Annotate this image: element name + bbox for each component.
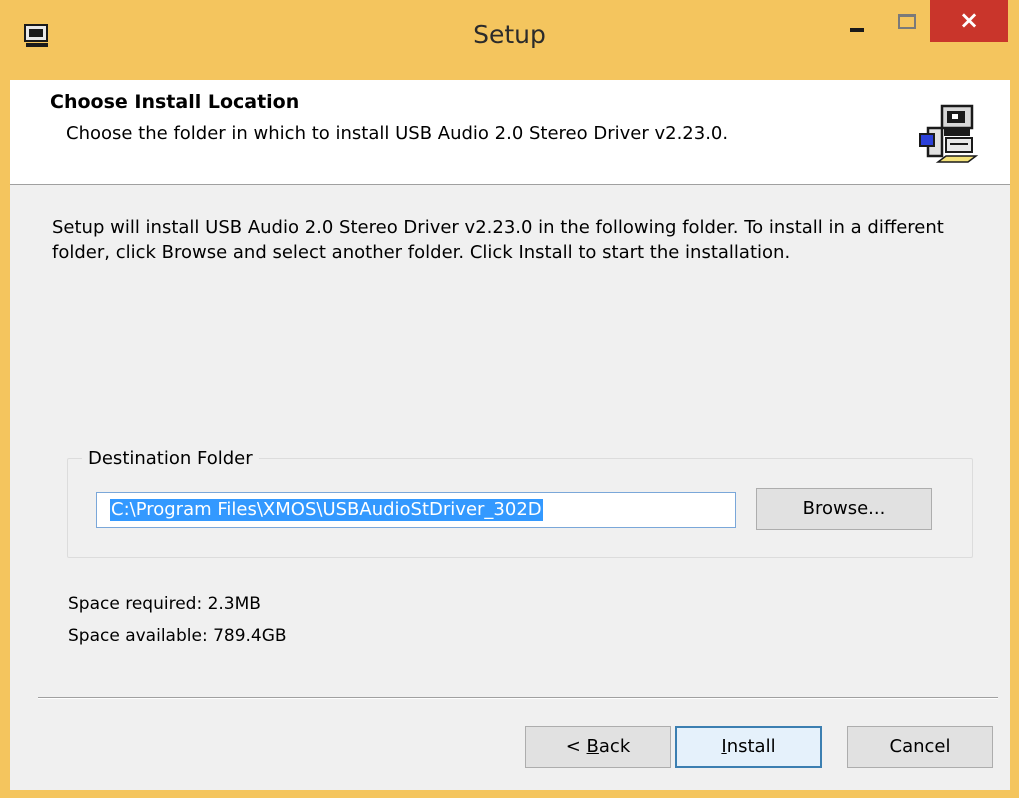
page-subtitle: Choose the folder in which to install US…: [66, 123, 729, 144]
cancel-button[interactable]: Cancel: [847, 726, 993, 768]
title-bar[interactable]: Setup ×: [0, 0, 1019, 80]
footer-separator: [38, 697, 998, 699]
close-button[interactable]: ×: [930, 0, 1008, 42]
installer-computer-icon: [919, 104, 979, 163]
back-prefix: <: [565, 736, 587, 757]
space-required-text: Space required: 2.3MB: [68, 594, 261, 614]
destination-path-input[interactable]: C:\Program Files\XMOS\USBAudioStDriver_3…: [96, 492, 736, 528]
space-available-text: Space available: 789.4GB: [68, 626, 287, 646]
minimize-button[interactable]: [828, 0, 884, 44]
page-header: Choose Install Location Choose the folde…: [10, 80, 1010, 185]
install-button[interactable]: Install: [675, 726, 822, 768]
back-button[interactable]: < Back: [525, 726, 671, 768]
install-description: Setup will install USB Audio 2.0 Stereo …: [52, 217, 944, 263]
back-accel: B: [586, 736, 599, 757]
dialog-client-area: Choose Install Location Choose the folde…: [10, 80, 1010, 790]
destination-path-value: C:\Program Files\XMOS\USBAudioStDriver_3…: [110, 499, 543, 521]
destination-folder-label: Destination Folder: [82, 448, 259, 469]
maximize-button[interactable]: [884, 0, 928, 44]
page-title: Choose Install Location: [50, 91, 300, 113]
close-icon: ×: [958, 6, 980, 34]
back-rest: ack: [598, 736, 631, 757]
setup-window: Setup × Choose Install Location Choose t…: [0, 0, 1019, 798]
browse-button[interactable]: Browse...: [756, 488, 932, 530]
install-rest: nstall: [726, 736, 776, 757]
